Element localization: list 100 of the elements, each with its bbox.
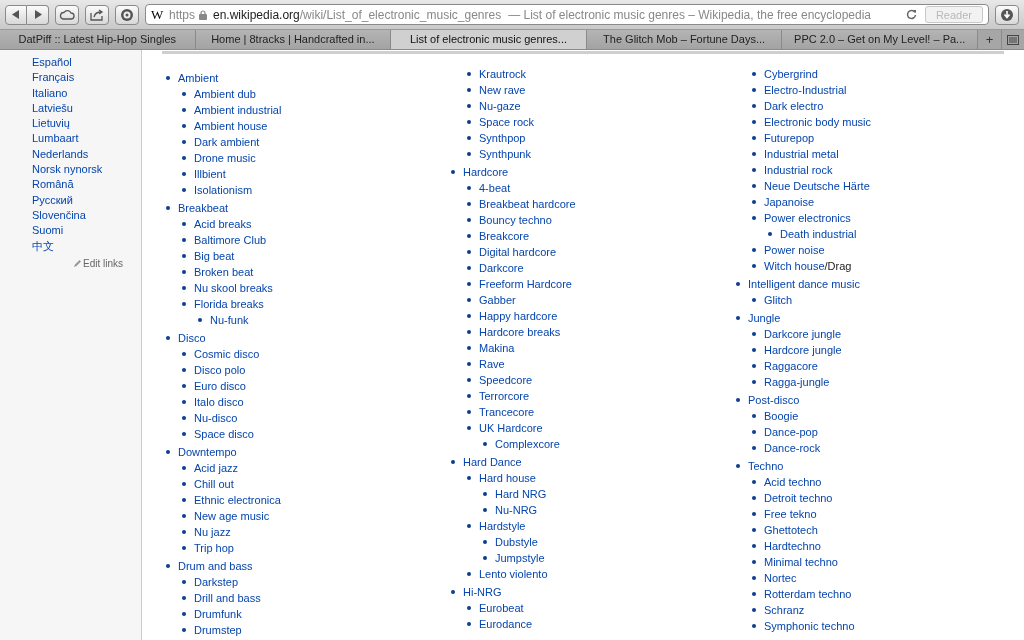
genre-link[interactable]: Ambient industrial — [194, 102, 282, 118]
tab-list-icon[interactable] — [1006, 34, 1019, 45]
genre-link[interactable]: Ambient — [178, 70, 219, 86]
genre-link[interactable]: New age music — [194, 508, 270, 524]
genre-link[interactable]: Big beat — [194, 248, 235, 264]
genre-link[interactable]: Nortec — [764, 570, 797, 586]
genre-link[interactable]: Gabber — [479, 292, 516, 308]
genre-link[interactable]: Dark ambient — [194, 134, 260, 150]
genre-link[interactable]: Space disco — [194, 426, 254, 442]
genre-link[interactable]: Raggacore — [764, 358, 818, 374]
genre-link[interactable]: Darkcore — [479, 260, 524, 276]
genre-link[interactable]: Synthpunk — [479, 146, 531, 162]
genre-link[interactable]: Schranz — [764, 602, 805, 618]
genre-link[interactable]: Drum and bass — [178, 558, 253, 574]
genre-link[interactable]: Post-disco — [748, 392, 800, 408]
genre-link[interactable]: Acid jazz — [194, 460, 239, 476]
genre-link[interactable]: Cosmic disco — [194, 346, 260, 362]
browser-tab[interactable]: DatPiff :: Latest Hip-Hop Singles — [0, 30, 196, 49]
genre-link[interactable]: Isolationism — [194, 182, 253, 198]
genre-link[interactable]: Free tekno — [764, 506, 817, 522]
genre-link[interactable]: Breakcore — [479, 228, 530, 244]
genre-link[interactable]: Disco — [178, 330, 206, 346]
genre-link[interactable]: Boogie — [764, 408, 799, 424]
cloud-button[interactable] — [55, 4, 79, 25]
genre-link[interactable]: Hardtechno — [764, 538, 821, 554]
genre-link[interactable]: Speedcore — [479, 372, 533, 388]
genre-link[interactable]: Italo disco — [194, 394, 244, 410]
genre-link[interactable]: Dark electro — [764, 98, 824, 114]
language-link[interactable]: Русский — [32, 192, 141, 208]
genre-link[interactable]: Nu skool breaks — [194, 280, 273, 296]
genre-link[interactable]: Breakbeat hardcore — [479, 196, 576, 212]
language-link[interactable]: Italiano — [32, 85, 141, 101]
genre-link[interactable]: Power electronics — [764, 210, 851, 226]
genre-link[interactable]: Industrial metal — [764, 146, 839, 162]
genre-link[interactable]: Krautrock — [479, 66, 527, 82]
genre-link[interactable]: Bouncy techno — [479, 212, 552, 228]
genre-link[interactable]: Hardcore — [463, 164, 509, 180]
browser-tab[interactable]: The Glitch Mob – Fortune Days... — [586, 30, 783, 49]
genre-link[interactable]: Intelligent dance music — [748, 276, 860, 292]
back-button[interactable] — [5, 4, 27, 25]
new-tab-button[interactable]: + — [977, 30, 1002, 49]
genre-link[interactable]: 4-beat — [479, 180, 511, 196]
genre-link[interactable]: Digital hardcore — [479, 244, 557, 260]
genre-link[interactable]: Industrial rock — [764, 162, 833, 178]
genre-link[interactable]: Euro disco — [194, 378, 246, 394]
genre-link[interactable]: Witch house — [764, 258, 825, 274]
language-link[interactable]: Lumbaart — [32, 131, 141, 147]
genre-link[interactable]: Detroit techno — [764, 490, 833, 506]
genre-link[interactable]: Glitch — [764, 292, 793, 308]
genre-link[interactable]: Trancecore — [479, 404, 535, 420]
genre-link[interactable]: Eurobeat — [479, 600, 524, 616]
genre-link[interactable]: Nu-NRG — [495, 502, 538, 518]
genre-link[interactable]: Symphonic techno — [764, 618, 855, 634]
genre-link[interactable]: Dubstyle — [495, 534, 538, 550]
genre-link[interactable]: Drumstep — [194, 622, 242, 638]
genre-link[interactable]: Broken beat — [194, 264, 254, 280]
genre-link[interactable]: Drone music — [194, 150, 256, 166]
genre-link[interactable]: Jumpstyle — [495, 550, 545, 566]
genre-link[interactable]: Darkstep — [194, 574, 239, 590]
genre-link[interactable]: Drumfunk — [194, 606, 242, 622]
downloads-button[interactable] — [995, 4, 1019, 25]
browser-tab[interactable]: List of electronic music genres... — [391, 30, 587, 49]
genre-link[interactable]: Neue Deutsche Härte — [764, 178, 870, 194]
genre-link[interactable]: Darkcore jungle — [764, 326, 842, 342]
genre-link[interactable]: Nu-disco — [194, 410, 238, 426]
genre-link[interactable]: Nu jazz — [194, 524, 231, 540]
genre-link[interactable]: Minimal techno — [764, 554, 838, 570]
genre-link[interactable]: Futurepop — [764, 130, 815, 146]
genre-link[interactable]: Nu-gaze — [479, 98, 521, 114]
language-link[interactable]: Slovenčina — [32, 207, 141, 224]
language-link[interactable]: Suomi — [32, 223, 141, 239]
genre-link[interactable]: Complexcore — [495, 436, 560, 452]
genre-link[interactable]: Hard house — [479, 470, 536, 486]
browser-tab[interactable]: Home | 8tracks | Handcrafted in... — [195, 30, 392, 49]
genre-link[interactable]: Happy hardcore — [479, 308, 558, 324]
language-link[interactable]: Latviešu — [32, 100, 141, 117]
language-link[interactable]: Nederlands — [32, 146, 141, 163]
genre-link[interactable]: Terrorcore — [479, 388, 530, 404]
genre-link[interactable]: Cybergrind — [764, 66, 818, 82]
genre-link[interactable]: Rave — [479, 356, 505, 372]
genre-link[interactable]: Trip hop — [194, 540, 234, 556]
genre-link[interactable]: Jungle — [748, 310, 781, 326]
genre-link[interactable]: Acid techno — [764, 474, 822, 490]
browser-tab[interactable]: PPC 2.0 – Get on My Level! – Pa... — [782, 30, 978, 49]
genre-link[interactable]: Hard Dance — [463, 454, 522, 470]
genre-link[interactable]: Ethnic electronica — [194, 492, 281, 508]
genre-link[interactable]: Death industrial — [780, 226, 857, 242]
genre-link[interactable]: Ghettotech — [764, 522, 818, 538]
genre-link[interactable]: Space rock — [479, 114, 535, 130]
genre-link[interactable]: Dance-pop — [764, 424, 818, 440]
genre-link[interactable]: Electro-Industrial — [764, 82, 847, 98]
edit-links-link[interactable]: Edit links — [83, 255, 123, 271]
language-link[interactable]: 中文 — [32, 238, 141, 254]
genre-link[interactable]: Chill out — [194, 476, 234, 492]
genre-link[interactable]: Hardstyle — [479, 518, 526, 534]
genre-link[interactable]: Hardcore jungle — [764, 342, 842, 358]
genre-link[interactable]: Acid breaks — [194, 216, 252, 232]
reload-icon[interactable] — [905, 9, 917, 20]
genre-link[interactable]: Freeform Hardcore — [479, 276, 572, 292]
genre-link[interactable]: Drill and bass — [194, 590, 261, 606]
